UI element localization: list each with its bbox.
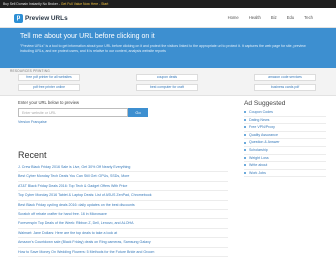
resources-bar: RESOURCES PRINTING free pdf printer for … <box>0 68 336 96</box>
promo-link[interactable]: Get Full Value Now Here - Start <box>61 2 108 6</box>
bullet-icon <box>244 172 246 175</box>
bullet-icon <box>244 149 246 152</box>
resource-link[interactable]: coupon deals <box>136 74 198 81</box>
sidebar-item[interactable]: Coupon Codes <box>244 109 326 117</box>
sidebar-item-label: Question & Answer <box>249 140 280 145</box>
sidebar-item[interactable]: Scholarship <box>244 147 326 155</box>
sidebar-item[interactable]: Weight Loss <box>244 155 326 163</box>
sidebar-item[interactable]: Free VPN/Proxy <box>244 124 326 132</box>
recent-item[interactable]: Scratch off rebate crafter for hand free… <box>18 210 228 220</box>
sidebar-item[interactable]: Quality Assurance <box>244 132 326 140</box>
resource-link[interactable]: best computer for craft <box>136 84 198 91</box>
sidebar-item-label: Scholarship <box>249 147 268 152</box>
resources-heading: RESOURCES PRINTING <box>10 69 50 73</box>
recent-list: J. Crew Black Friday 2016 Sale is Live, … <box>18 163 228 257</box>
recent-item[interactable]: Best Black Friday cycling deals 2016: da… <box>18 201 228 210</box>
bullet-icon <box>244 118 246 121</box>
resource-link[interactable]: amazon code services <box>254 74 316 81</box>
recent-item[interactable]: AT&T Black Friday Deals 2016: Top Tech &… <box>18 182 228 192</box>
nav-link-edu[interactable]: Edu <box>282 8 299 28</box>
logo-icon: p <box>14 13 23 23</box>
recent-section: Recent J. Crew Black Friday 2016 Sale is… <box>18 150 228 257</box>
recent-item[interactable]: Best Cyber Monday Tech Deals You Can Sti… <box>18 172 228 182</box>
url-preview-form: Enter your URL below to preview Go Versi… <box>18 100 228 124</box>
recent-title: Recent <box>18 150 47 160</box>
sidebar-list: Coupon Codes Dating News Free VPN/Proxy … <box>244 109 326 178</box>
hero-description: "Preview URLs" is a tool to get informat… <box>20 44 306 53</box>
sidebar-item-label: Free VPN/Proxy <box>249 125 275 130</box>
nav-link-home[interactable]: Home <box>223 8 244 28</box>
site-logo[interactable]: p Preview URLs <box>14 13 68 23</box>
resource-link[interactable]: pdf free printer online <box>18 84 80 91</box>
bullet-icon <box>244 141 246 144</box>
bullet-icon <box>244 126 246 129</box>
recent-item[interactable]: Amazon's Countdown sale (Black Friday) d… <box>18 238 228 248</box>
sidebar-item[interactable]: Work Jobs <box>244 170 326 178</box>
url-label: Enter your URL below to preview <box>18 100 80 105</box>
promo-text: Buy Sell Domain Instantly No Broker - <box>3 2 60 6</box>
promo-bar: Buy Sell Domain Instantly No Broker - Ge… <box>0 0 336 8</box>
url-input[interactable] <box>18 108 128 117</box>
sidebar-item-label: Coupon Codes <box>249 110 273 114</box>
nav-link-health[interactable]: Health <box>244 8 266 28</box>
sidebar-item-label: Write about <box>249 163 268 168</box>
nav-link-biz[interactable]: Biz <box>266 8 282 28</box>
ad-sidebar: Ad Suggested Coupon Codes Dating News Fr… <box>244 100 326 178</box>
go-button[interactable]: Go <box>128 108 148 117</box>
sidebar-item-label: Dating News <box>249 117 270 122</box>
bullet-icon <box>244 111 246 114</box>
sidebar-item-label: Weight Loss <box>249 155 269 160</box>
url-row: Go <box>18 108 228 117</box>
logo-text: Preview URLs <box>25 14 68 22</box>
sidebar-item-label: Quality Assurance <box>249 132 278 137</box>
recent-item[interactable]: Foreverspin Top Deals of the Week: Ribbo… <box>18 219 228 229</box>
top-navigation: p Preview URLs Home Health Biz Edu Tech <box>0 8 336 28</box>
bullet-icon <box>244 164 246 167</box>
resource-link[interactable]: business cards pdf <box>254 84 316 91</box>
hero-banner: Tell me about your URL before clicking o… <box>0 28 336 68</box>
nav-links: Home Health Biz Edu Tech <box>223 8 318 28</box>
recent-item[interactable]: J. Crew Black Friday 2016 Sale is Live, … <box>18 163 228 173</box>
sidebar-item[interactable]: Write about <box>244 162 326 170</box>
sidebar-item-label: Work Jobs <box>249 170 266 175</box>
bullet-icon <box>244 134 246 137</box>
sidebar-item[interactable]: Dating News <box>244 117 326 125</box>
bullet-icon <box>244 156 246 159</box>
recent-item[interactable]: Top Cyber Monday 2016 Tablet & Laptop De… <box>18 191 228 201</box>
sidebar-item[interactable]: Question & Answer <box>244 139 326 147</box>
hero-title: Tell me about your URL before clicking o… <box>20 33 155 40</box>
recent-item[interactable]: How to Save Money On Wedding Flowers: 5 … <box>18 248 228 257</box>
resource-link[interactable]: free pdf printer for all websites <box>18 74 80 81</box>
sidebar-title: Ad Suggested <box>244 100 286 107</box>
recent-item[interactable]: Walmart: Jane Dollars: Here are the top … <box>18 229 228 239</box>
language-link[interactable]: Version Française <box>18 120 228 124</box>
nav-link-tech[interactable]: Tech <box>299 8 318 28</box>
